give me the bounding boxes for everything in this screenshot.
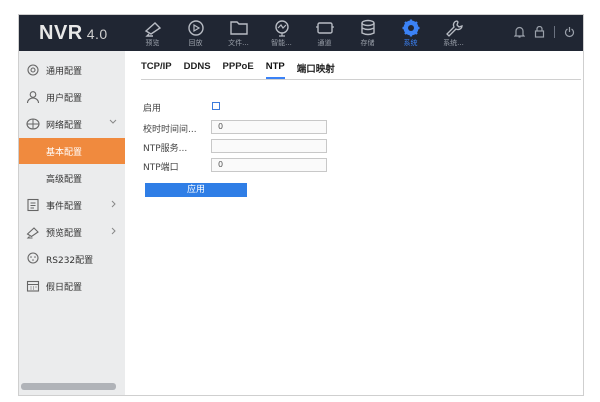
- main-nav: 预览 回放 文件... 智能... 通道 存储 系统 系统...: [131, 15, 475, 51]
- app-window: NVR 4.0 预览 回放 文件... 智能... 通道 存储 系统 系统...…: [18, 14, 584, 396]
- sidebar-item-label: 高级配置: [46, 174, 83, 185]
- storage-icon: [360, 19, 375, 36]
- event-icon: [27, 198, 39, 212]
- tab-divider: [141, 79, 581, 80]
- sidebar-item-label: 通用配置: [46, 66, 83, 77]
- nav-label: 存储: [360, 39, 375, 47]
- nav-files[interactable]: 文件...: [217, 15, 260, 51]
- sidebar-item-label: 基本配置: [46, 147, 83, 158]
- nav-label: 系统...: [443, 39, 464, 47]
- sidebar-item-label: 网络配置: [46, 120, 83, 131]
- sidebar-item-general[interactable]: 通用配置: [19, 57, 125, 83]
- divider: [554, 26, 555, 38]
- folder-icon: [229, 21, 248, 35]
- apply-button[interactable]: 应用: [145, 183, 247, 197]
- smart-icon: [274, 20, 289, 37]
- user-icon: [26, 91, 40, 104]
- interval-label: 校时时间间...: [143, 125, 197, 135]
- nav-channel[interactable]: 通道: [303, 15, 346, 51]
- sidebar-item-advanced-config[interactable]: 高级配置: [19, 165, 125, 191]
- sidebar-item-label: RS232配置: [46, 255, 94, 266]
- nav-label: 通道: [317, 39, 332, 47]
- interval-input[interactable]: 0: [211, 120, 327, 134]
- tab-tcpip[interactable]: TCP/IP: [141, 61, 172, 79]
- sidebar-item-network[interactable]: 网络配置: [19, 111, 125, 137]
- globe-icon: [26, 118, 40, 130]
- sidebar-item-basic-config[interactable]: 基本配置: [19, 138, 125, 164]
- nav-label: 预览: [145, 39, 160, 47]
- sidebar-item-holiday[interactable]: 假日配置: [19, 273, 125, 299]
- settings-circle-icon: [27, 64, 39, 76]
- wrench-icon: [445, 20, 463, 37]
- ntp-server-input[interactable]: [211, 139, 327, 153]
- ntp-server-label: NTP服务...: [143, 144, 188, 154]
- sidebar-item-label: 用户配置: [46, 93, 83, 104]
- main-content: TCP/IP DDNS PPPoE NTP 端口映射 启用 校时时间间... 0…: [125, 51, 583, 395]
- sidebar-item-preview[interactable]: 预览配置: [19, 219, 125, 245]
- camera-icon: [144, 22, 161, 37]
- tab-bar: TCP/IP DDNS PPPoE NTP 端口映射: [141, 61, 347, 79]
- calendar-icon: [26, 280, 40, 292]
- lock-icon[interactable]: [534, 26, 545, 38]
- logo-version: 4.0: [86, 26, 108, 42]
- sidebar-item-events[interactable]: 事件配置: [19, 192, 125, 218]
- enable-label: 启用: [143, 104, 162, 114]
- sidebar: 通用配置 用户配置 网络配置 基本配置 高级配置 事件配置 预览配置 RS232…: [19, 51, 125, 395]
- sidebar-item-users[interactable]: 用户配置: [19, 84, 125, 110]
- tab-ddns[interactable]: DDNS: [184, 61, 211, 79]
- tab-pppoe[interactable]: PPPoE: [223, 61, 254, 79]
- chevron-down-icon: [109, 119, 117, 124]
- logo-text: NVR: [39, 22, 83, 44]
- nav-label: 智能...: [271, 39, 292, 47]
- nav-smart[interactable]: 智能...: [260, 15, 303, 51]
- nav-preview[interactable]: 预览: [131, 15, 174, 51]
- top-bar: NVR 4.0 预览 回放 文件... 智能... 通道 存储 系统 系统...: [19, 15, 583, 51]
- sidebar-scrollbar[interactable]: [21, 383, 116, 390]
- nav-playback[interactable]: 回放: [174, 15, 217, 51]
- nav-storage[interactable]: 存储: [346, 15, 389, 51]
- nav-maintenance[interactable]: 系统...: [432, 15, 475, 51]
- tab-ntp[interactable]: NTP: [265, 61, 285, 79]
- sidebar-item-label: 预览配置: [46, 228, 83, 239]
- enable-checkbox[interactable]: [212, 102, 220, 110]
- ntp-port-input[interactable]: 0: [211, 158, 327, 172]
- ntp-port-label: NTP端口: [143, 163, 179, 173]
- chevron-right-icon: [111, 200, 116, 208]
- sidebar-item-rs232[interactable]: RS232配置: [19, 246, 125, 272]
- nav-system[interactable]: 系统: [389, 15, 432, 51]
- camera-icon: [26, 227, 39, 239]
- sidebar-item-label: 事件配置: [46, 201, 83, 212]
- app-logo: NVR 4.0: [39, 22, 108, 45]
- gear-icon: [402, 19, 419, 37]
- sidebar-item-label: 假日配置: [46, 282, 83, 293]
- nav-label: 文件...: [228, 39, 249, 47]
- tab-port-mapping[interactable]: 端口映射: [297, 61, 335, 79]
- channel-icon: [315, 22, 334, 34]
- nav-label: 回放: [188, 39, 203, 47]
- port-icon: [27, 252, 39, 264]
- power-icon[interactable]: [564, 26, 575, 38]
- top-right-controls: [514, 26, 575, 38]
- bell-icon[interactable]: [514, 26, 525, 38]
- playback-icon: [187, 20, 204, 36]
- nav-label: 系统: [403, 39, 418, 47]
- chevron-right-icon: [111, 227, 116, 235]
